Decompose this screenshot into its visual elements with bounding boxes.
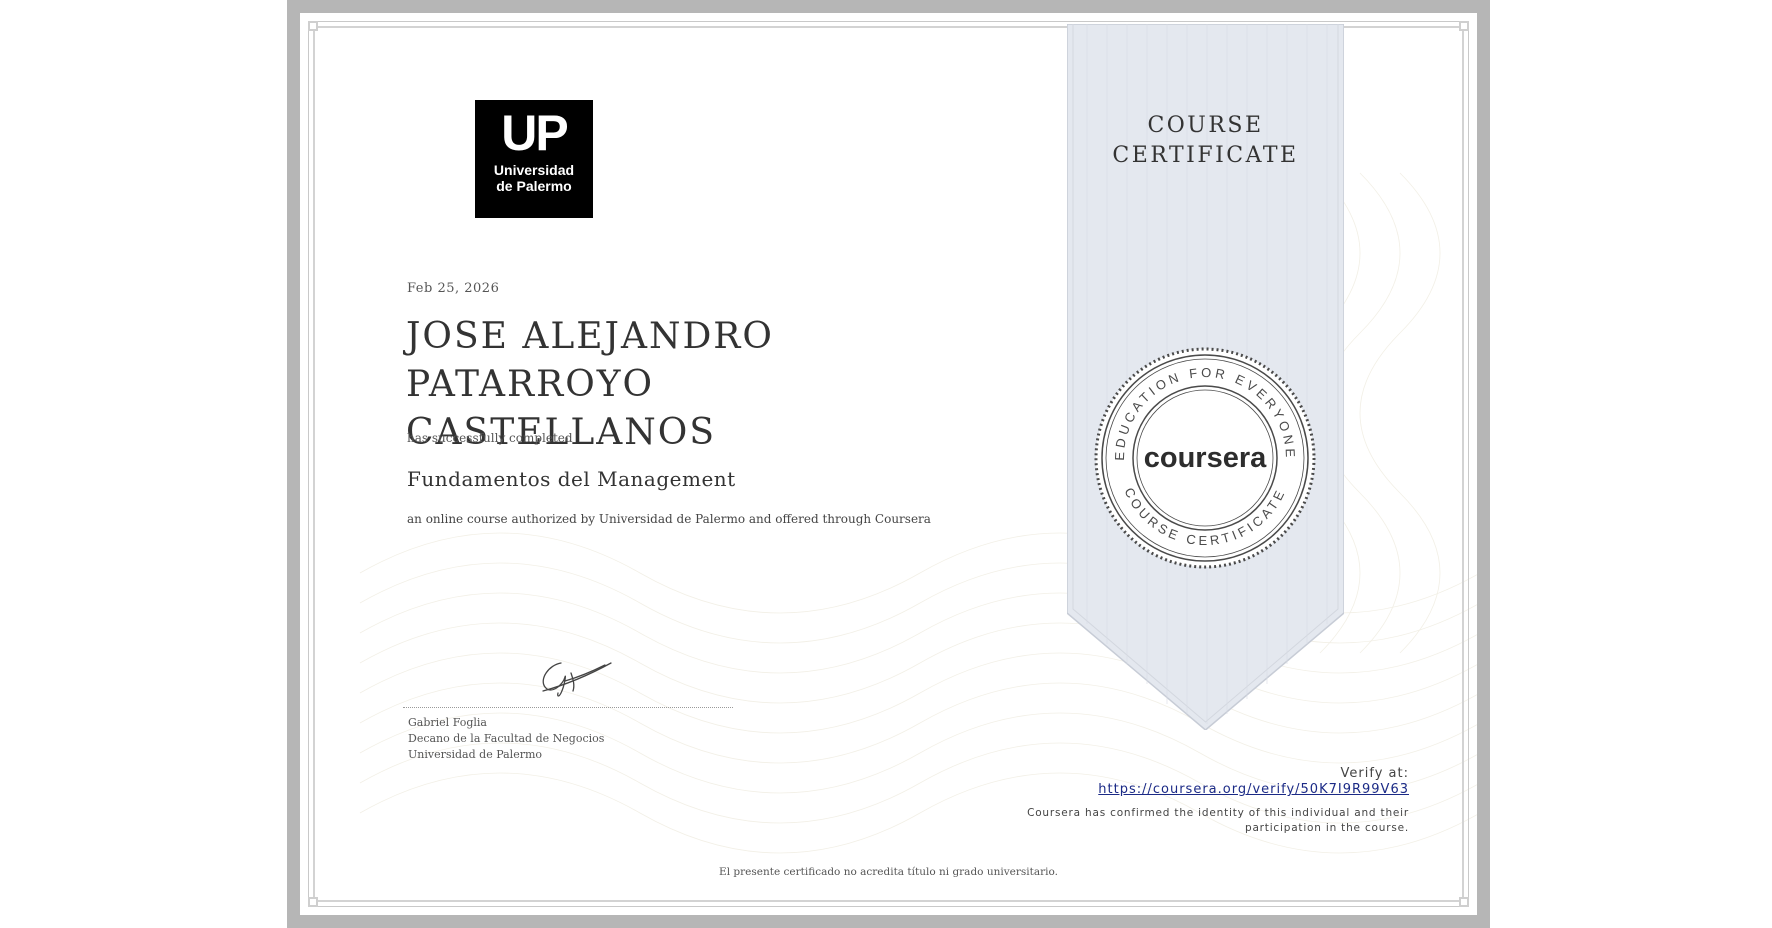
verify-label: Verify at:	[1340, 766, 1409, 781]
signature-image	[542, 662, 612, 697]
verify-link[interactable]: https://coursera.org/verify/50K7I9R99V63	[1027, 782, 1409, 798]
frame-corner-top-left	[308, 21, 318, 31]
verify-note-line-1: Coursera has confirmed the identity of t…	[1027, 807, 1409, 819]
completed-text: has successfully completed	[407, 431, 573, 445]
logo-initials: UP	[501, 105, 568, 161]
verify-note: Coursera has confirmed the identity of t…	[1027, 806, 1409, 836]
certificate-paper: UP Universidad de Palermo Feb 25, 2026 J…	[300, 13, 1477, 915]
coursera-seal: EDUCATION FOR EVERYONE COURSE CERTIFICAT…	[1094, 347, 1316, 569]
course-name: Fundamentos del Management	[407, 467, 736, 491]
disclaimer-text: El presente certificado no acredita títu…	[719, 866, 1058, 878]
banner-title-line-1: COURSE	[1147, 113, 1264, 138]
signatory-name: Gabriel Foglia	[408, 716, 487, 729]
authorized-text: an online course authorized by Universid…	[407, 512, 931, 526]
signatory-block: Gabriel Foglia Decano de la Facultad de …	[408, 715, 604, 763]
recipient-name-line-1: JOSE ALEJANDRO PATARROYO	[406, 316, 774, 405]
issue-date: Feb 25, 2026	[407, 281, 500, 296]
certificate-sheet: UP Universidad de Palermo Feb 25, 2026 J…	[287, 0, 1490, 928]
frame-corner-bottom-left	[308, 897, 318, 907]
signature-line	[403, 707, 733, 708]
signatory-institution: Universidad de Palermo	[408, 748, 543, 761]
frame-corner-bottom-right	[1459, 897, 1469, 907]
logo-line-2: de Palermo	[496, 178, 572, 194]
signatory-title: Decano de la Facultad de Negocios	[408, 732, 605, 745]
logo-line-1: Universidad	[493, 162, 575, 178]
seal-brand: coursera	[1144, 442, 1267, 474]
banner-title-line-2: CERTIFICATE	[1112, 143, 1299, 168]
frame-corner-top-right	[1459, 21, 1469, 31]
verification-block: Verify at: https://coursera.org/verify/5…	[1027, 766, 1409, 836]
banner-title: COURSE CERTIFICATE	[1067, 111, 1344, 171]
verify-note-line-2: participation in the course.	[1244, 822, 1409, 834]
universidad-de-palermo-logo: UP Universidad de Palermo	[475, 100, 593, 218]
